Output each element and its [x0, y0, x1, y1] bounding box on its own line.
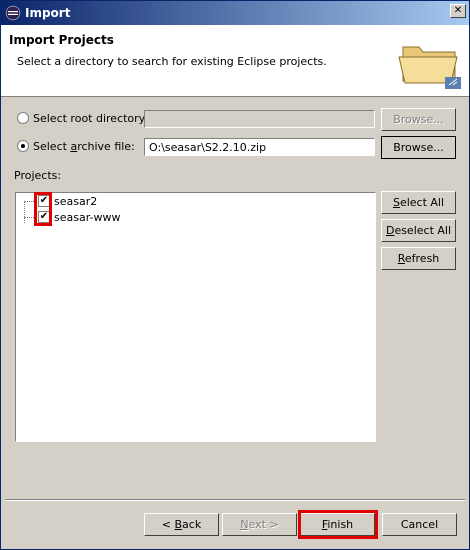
root-directory-field[interactable] [144, 110, 375, 128]
archive-file-radio[interactable] [17, 140, 29, 152]
archive-file-label: Select archive file: [33, 140, 135, 153]
browse-archive-button[interactable]: Browse... [381, 136, 456, 159]
next-button[interactable]: Next > [222, 513, 297, 536]
window-title: Import [25, 6, 71, 20]
folder-icon [398, 46, 461, 89]
close-button[interactable]: ✕ [450, 4, 466, 18]
checkbox-highlight-box [34, 192, 52, 226]
back-button[interactable]: < Back [144, 513, 219, 536]
project-label-seasar-www: seasar-www [54, 211, 121, 224]
archive-file-field[interactable]: O:\seasar\S2.2.10.zip [144, 138, 375, 156]
deselect-all-button[interactable]: Deselect All [381, 219, 456, 242]
page-description: Select a directory to search for existin… [17, 55, 327, 68]
browse-root-button[interactable]: Browse... [381, 108, 456, 131]
page-title: Import Projects [9, 33, 114, 47]
import-dialog: Import ✕ Import Projects Select a direct… [0, 0, 470, 550]
cancel-button[interactable]: Cancel [382, 513, 457, 536]
select-all-button[interactable]: Select All [381, 191, 456, 214]
projects-list[interactable]: ✔ seasar2 ✔ seasar-www [15, 192, 376, 442]
tree-connector [24, 201, 25, 223]
projects-label: Projects: [14, 169, 62, 182]
root-directory-label: Select root directory: [33, 112, 149, 125]
wizard-header: Import Projects Select a directory to se… [1, 25, 469, 97]
radio-selected-dot [21, 144, 25, 148]
root-directory-radio[interactable] [17, 112, 29, 124]
project-label-seasar2: seasar2 [54, 195, 98, 208]
title-bar: Import ✕ [1, 1, 469, 25]
finish-highlight-box [298, 510, 378, 539]
footer-separator [5, 499, 465, 501]
eclipse-icon [5, 5, 21, 21]
refresh-button[interactable]: Refresh [381, 247, 456, 270]
